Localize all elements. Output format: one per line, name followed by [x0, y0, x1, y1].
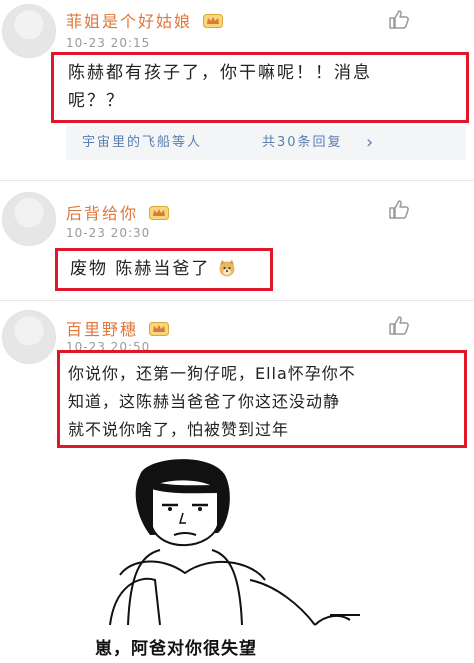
crown-badge-icon: [203, 14, 224, 28]
comment-username[interactable]: 后背给你: [66, 200, 170, 224]
comment-time: 10-23 20:15: [66, 36, 151, 50]
reply-author[interactable]: 宇宙里的飞船等人: [82, 126, 202, 160]
avatar[interactable]: [2, 4, 56, 58]
comment-username[interactable]: 百里野穗: [66, 316, 170, 340]
avatar[interactable]: [2, 310, 56, 364]
comment-username[interactable]: 菲姐是个好姑娘: [66, 8, 224, 32]
avatar[interactable]: [2, 192, 56, 246]
meme-illustration: [109, 459, 360, 626]
chevron-right-icon: ›: [366, 132, 376, 153]
doge-emoji-icon: [219, 260, 235, 277]
thumbs-up-icon[interactable]: [388, 314, 410, 336]
divider: [0, 180, 474, 181]
crown-badge-icon: [149, 322, 170, 336]
comment-time: 10-23 20:30: [66, 226, 151, 240]
meme-caption: 崽，阿爸对你很失望: [95, 639, 257, 659]
crown-badge-icon: [149, 206, 170, 220]
divider: [0, 300, 474, 301]
reply-count[interactable]: 共30条回复: [262, 126, 343, 160]
replies-link[interactable]: 宇宙里的飞船等人 共30条回复 ›: [66, 126, 466, 160]
thumbs-up-icon[interactable]: [388, 198, 410, 220]
comment-text: 陈赫都有孩子了，你干嘛呢！！消息 呢？？: [68, 63, 372, 111]
comment-text: 你说你，还第一狗仔呢，Ella怀孕你不 知道，这陈赫当爸爸了你这还没动静 就不说…: [68, 364, 356, 439]
thumbs-up-icon[interactable]: [388, 8, 410, 30]
comment-text: 废物 陈赫当爸了: [70, 255, 236, 283]
